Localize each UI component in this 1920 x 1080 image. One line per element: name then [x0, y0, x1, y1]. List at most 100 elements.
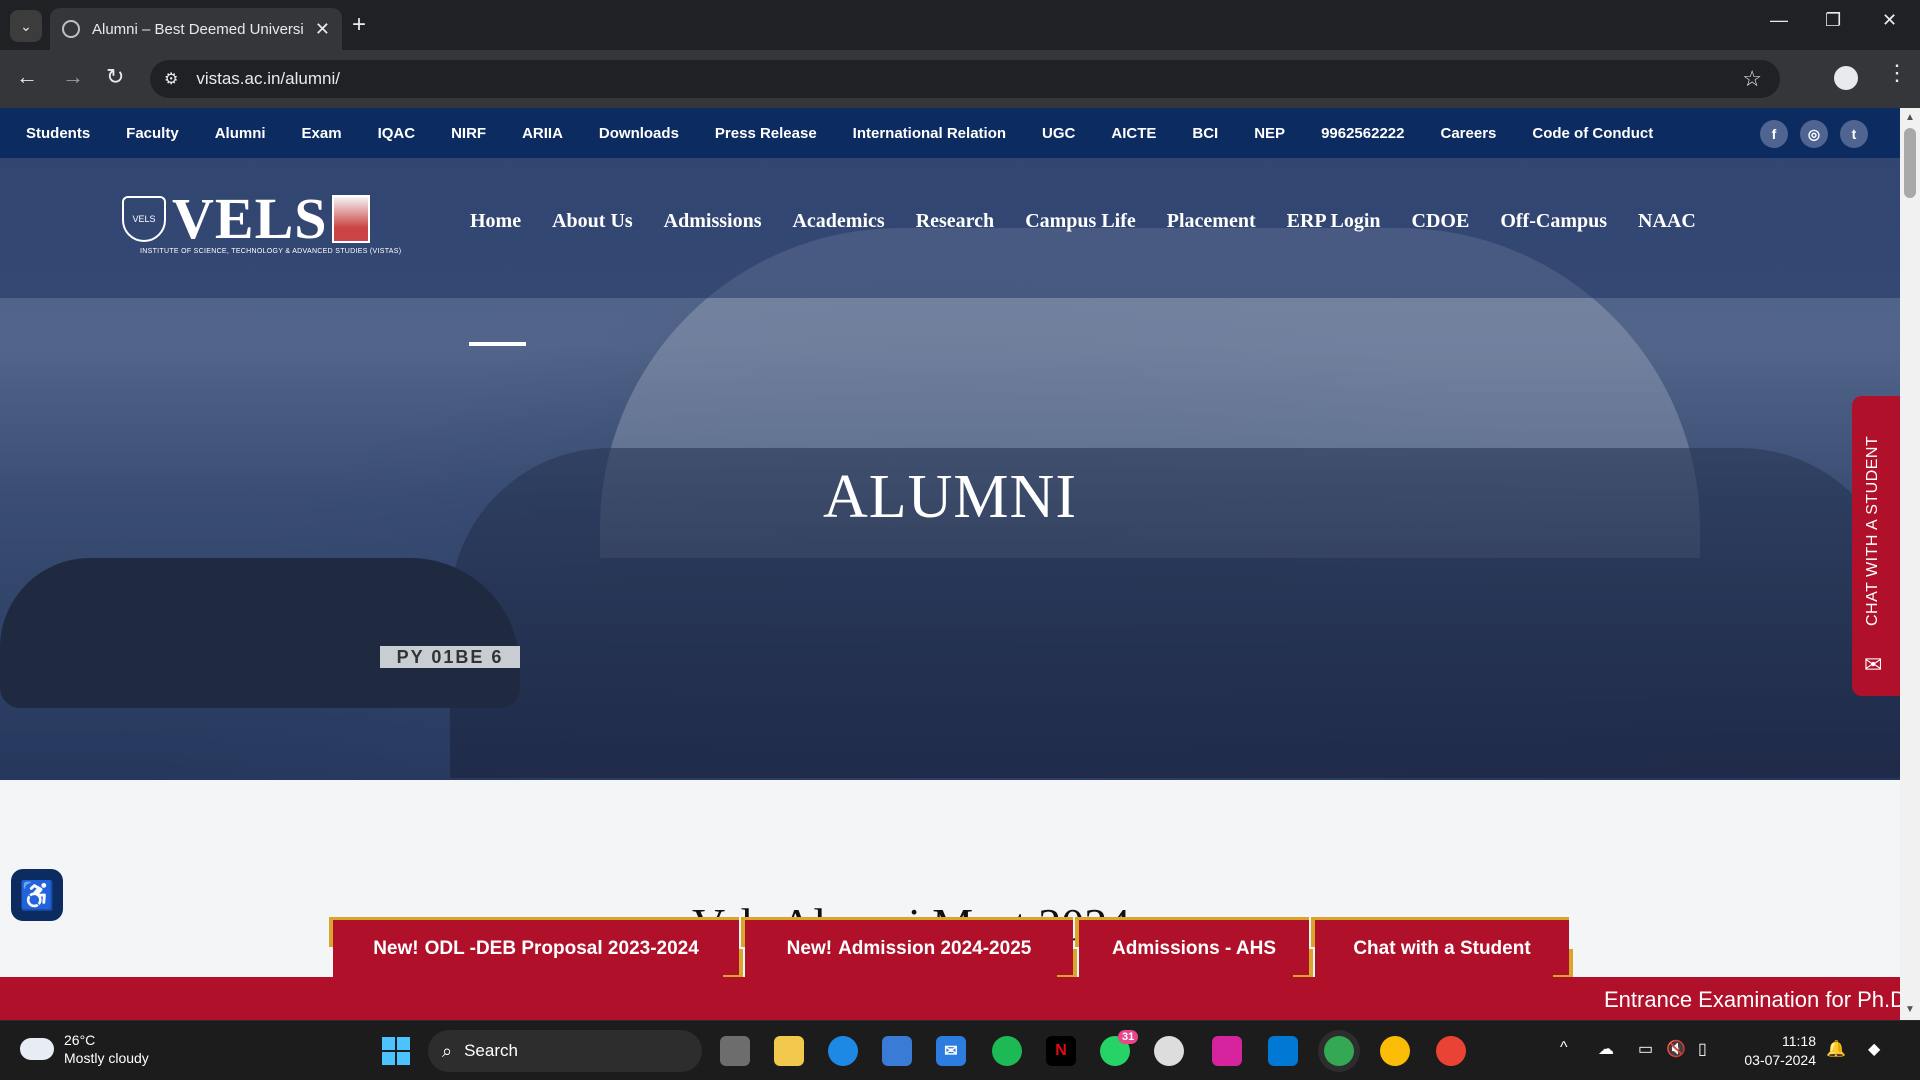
toplink-aicte[interactable]: AICTE	[1111, 125, 1156, 142]
globe-icon	[62, 20, 80, 38]
weather-widget[interactable]: 26°C Mostly cloudy	[20, 1031, 149, 1067]
system-clock[interactable]: 11:18 03-07-2024	[1736, 1032, 1816, 1070]
toplink-international-relation[interactable]: International Relation	[853, 125, 1006, 142]
volume-muted-icon[interactable]: 🔇	[1666, 1039, 1686, 1059]
button-accent	[329, 917, 333, 947]
top-utility-bar: Students Faculty Alumni Exam IQAC NIRF A…	[0, 108, 1900, 158]
chrome-icon[interactable]	[1324, 1036, 1354, 1066]
toplink-nep[interactable]: NEP	[1254, 125, 1285, 142]
nav-cdoe[interactable]: CDOE	[1412, 210, 1470, 233]
site-info-icon[interactable]: ⚙	[164, 69, 178, 89]
toplink-code-of-conduct[interactable]: Code of Conduct	[1532, 125, 1653, 142]
nav-admissions[interactable]: Admissions	[664, 210, 762, 233]
button-accent	[1057, 949, 1077, 979]
chat-with-student-tab[interactable]: CHAT WITH A STUDENT ✉	[1852, 396, 1900, 696]
nav-campus-life[interactable]: Campus Life	[1025, 210, 1136, 233]
toplink-ugc[interactable]: UGC	[1042, 125, 1075, 142]
toplink-phone[interactable]: 9962562222	[1321, 125, 1404, 142]
news-ticker[interactable]: Entrance Examination for Ph.D	[0, 977, 1900, 1020]
file-explorer-icon[interactable]	[774, 1036, 804, 1066]
mail-icon[interactable]: ✉	[936, 1036, 966, 1066]
clock-date: 03-07-2024	[1744, 1052, 1816, 1068]
nav-naac[interactable]: NAAC	[1638, 210, 1696, 233]
spotify-icon[interactable]	[992, 1036, 1022, 1066]
toplink-bci[interactable]: BCI	[1192, 125, 1218, 142]
nav-about-us[interactable]: About Us	[552, 210, 633, 233]
page-scrollbar[interactable]: ▲ ▼	[1900, 108, 1920, 1020]
quick-links-row: New! ODL -DEB Proposal 2023-2024 New! Ad…	[329, 917, 1575, 979]
scroll-down-icon[interactable]: ▼	[1905, 1004, 1915, 1015]
address-bar[interactable]: ⚙ vistas.ac.in/alumni/ ☆	[150, 60, 1780, 98]
admissions-ahs-button[interactable]: Admissions - AHS	[1075, 917, 1313, 979]
profile-avatar[interactable]	[1834, 66, 1858, 90]
scroll-up-icon[interactable]: ▲	[1905, 112, 1915, 123]
scrollbar-thumb[interactable]	[1904, 128, 1916, 198]
tray-overflow-icon[interactable]: ^	[1560, 1039, 1568, 1057]
toplink-nirf[interactable]: NIRF	[451, 125, 486, 142]
toplink-downloads[interactable]: Downloads	[599, 125, 679, 142]
nav-off-campus[interactable]: Off-Campus	[1500, 210, 1607, 233]
minimize-button[interactable]: —	[1770, 10, 1788, 31]
toplink-press-release[interactable]: Press Release	[715, 125, 817, 142]
taskbar-search[interactable]: ⌕ Search	[428, 1030, 702, 1072]
button-label: Chat with a Student	[1353, 937, 1531, 959]
toplink-students[interactable]: Students	[26, 125, 90, 142]
vels-logo[interactable]: VELS VELS INSTITUTE OF SCIENCE, TECHNOLO…	[122, 190, 401, 255]
vscode-icon[interactable]	[1268, 1036, 1298, 1066]
bookmark-star-icon[interactable]: ☆	[1742, 66, 1762, 92]
instagram-app-icon[interactable]	[1212, 1036, 1242, 1066]
new-tab-button[interactable]: +	[352, 12, 366, 38]
back-button[interactable]: ←	[16, 64, 38, 90]
twitter-icon[interactable]: t	[1840, 120, 1868, 148]
chrome-profile-icon[interactable]	[1380, 1036, 1410, 1066]
odl-deb-proposal-button[interactable]: New! ODL -DEB Proposal 2023-2024	[329, 917, 743, 979]
store-icon[interactable]	[882, 1036, 912, 1066]
clock-app-icon[interactable]	[1154, 1036, 1184, 1066]
tab-search-button[interactable]: ⌄	[10, 10, 42, 42]
toplink-ariia[interactable]: ARIIA	[522, 125, 563, 142]
nav-academics[interactable]: Academics	[792, 210, 884, 233]
battery-icon[interactable]: ▯	[1698, 1039, 1707, 1059]
facebook-icon[interactable]: f	[1760, 120, 1788, 148]
crest-icon: VELS	[122, 196, 166, 242]
tab-title: Alumni – Best Deemed Universi	[92, 20, 304, 38]
nav-research[interactable]: Research	[916, 210, 995, 233]
ticker-text: Entrance Examination for Ph.D	[1604, 987, 1900, 1012]
toplink-exam[interactable]: Exam	[302, 125, 342, 142]
admission-2024-button[interactable]: New! Admission 2024-2025	[741, 917, 1077, 979]
toplink-alumni[interactable]: Alumni	[215, 125, 266, 142]
main-menu: Home About Us Admissions Academics Resea…	[470, 210, 1727, 233]
toplink-faculty[interactable]: Faculty	[126, 125, 179, 142]
toplink-iqac[interactable]: IQAC	[378, 125, 416, 142]
toplink-careers[interactable]: Careers	[1441, 125, 1497, 142]
search-icon: ⌕	[442, 1040, 453, 1061]
netflix-icon[interactable]: N	[1046, 1036, 1076, 1066]
whatsapp-icon[interactable]: 31	[1100, 1030, 1139, 1066]
copilot-icon[interactable]: ◆	[1868, 1039, 1880, 1059]
accessibility-icon[interactable]: ♿	[11, 869, 63, 921]
browser-menu-icon[interactable]: ⋮	[1886, 62, 1908, 84]
chrome-profile-2-icon[interactable]	[1436, 1036, 1466, 1066]
nav-home[interactable]: Home	[470, 210, 521, 233]
nav-erp-login[interactable]: ERP Login	[1287, 210, 1381, 233]
edge-icon[interactable]	[828, 1036, 858, 1066]
weather-temp: 26°C	[64, 1032, 96, 1048]
close-window-button[interactable]: ✕	[1882, 10, 1897, 31]
notification-bell-icon[interactable]: 🔔	[1826, 1039, 1846, 1059]
onedrive-icon[interactable]: ☁	[1598, 1039, 1614, 1059]
forward-button[interactable]: →	[62, 64, 84, 90]
network-icon[interactable]: ▭	[1638, 1039, 1653, 1059]
chat-with-student-button[interactable]: Chat with a Student	[1311, 917, 1573, 979]
restore-button[interactable]: ❐	[1825, 10, 1841, 31]
close-tab-icon[interactable]: ✕	[315, 19, 330, 40]
page-title: ALUMNI	[823, 463, 1077, 531]
browser-tab[interactable]: Alumni – Best Deemed Universi ✕	[50, 8, 342, 50]
chat-tab-label: CHAT WITH A STUDENT	[1864, 435, 1881, 626]
main-navbar: VELS VELS INSTITUTE OF SCIENCE, TECHNOLO…	[0, 158, 1900, 346]
task-view-icon[interactable]	[720, 1036, 750, 1066]
instagram-icon[interactable]: ◎	[1800, 120, 1828, 148]
logo-subtitle: INSTITUTE OF SCIENCE, TECHNOLOGY & ADVAN…	[140, 248, 402, 255]
windows-start-icon[interactable]	[382, 1037, 410, 1065]
reload-button[interactable]: ↻	[106, 64, 124, 90]
nav-placement[interactable]: Placement	[1167, 210, 1256, 233]
